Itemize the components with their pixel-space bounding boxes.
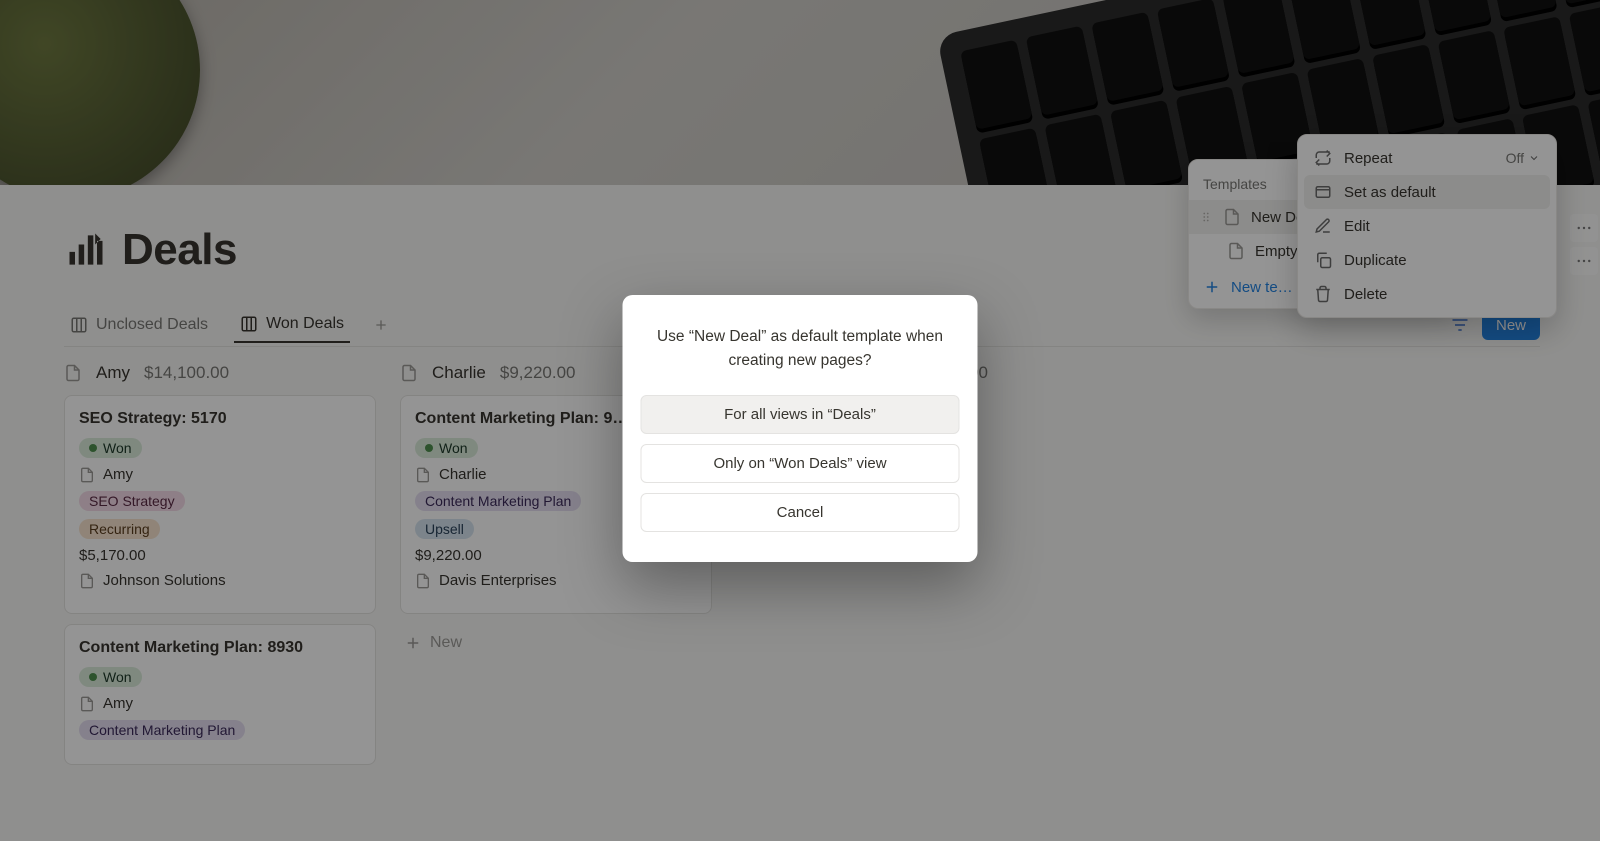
modal-cancel[interactable]: Cancel <box>641 493 960 532</box>
modal-option-this-view[interactable]: Only on “Won Deals” view <box>641 444 960 483</box>
modal-option-all-views[interactable]: For all views in “Deals” <box>641 395 960 434</box>
default-template-modal: Use “New Deal” as default template when … <box>623 295 978 562</box>
modal-text: Use “New Deal” as default template when … <box>641 325 960 373</box>
